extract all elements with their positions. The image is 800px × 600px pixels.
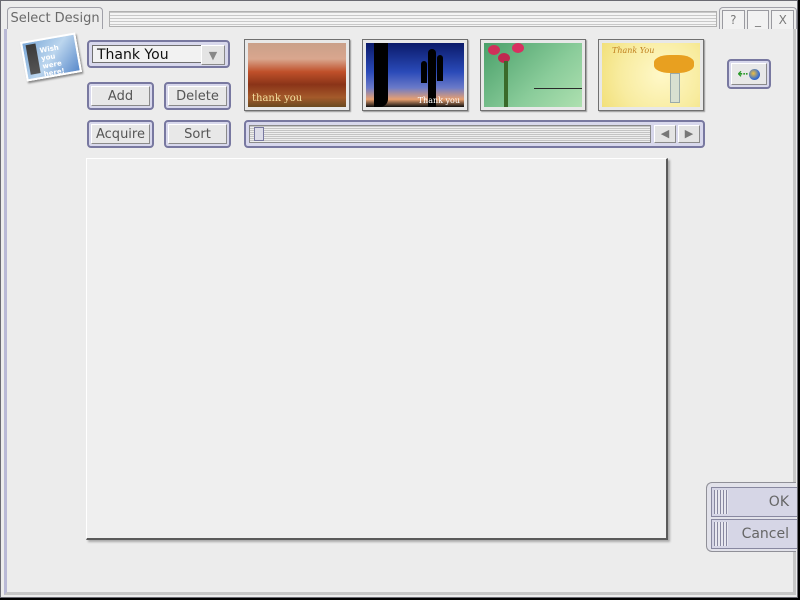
dialog-action-panel: OK Cancel — [706, 482, 797, 552]
scroll-right-button[interactable]: ▶ — [678, 125, 700, 143]
acquire-button[interactable]: Acquire — [87, 120, 154, 148]
delete-button-label: Delete — [168, 86, 227, 106]
sort-button-label: Sort — [168, 124, 227, 144]
category-value[interactable]: Thank You — [92, 45, 204, 63]
globe-icon — [749, 68, 761, 80]
acquire-button-label: Acquire — [91, 124, 150, 144]
yellow-tulips-image: Thank You — [602, 43, 700, 107]
scroll-left-button[interactable]: ◀ — [654, 125, 676, 143]
red-landscape-image: thank you — [248, 43, 346, 107]
window-controls: ? _ X — [719, 7, 797, 30]
close-button[interactable]: X — [771, 10, 795, 30]
back-to-web-button[interactable]: ⇠ — [727, 59, 771, 89]
cactus-sunset-image: Thank you — [366, 43, 464, 107]
thumbnail-scrollbar[interactable]: ◀ ▶ — [244, 120, 705, 148]
back-arrow-icon: ⇠ — [737, 66, 749, 82]
pink-tulips-image — [484, 43, 582, 107]
design-thumbnail[interactable] — [480, 39, 586, 111]
add-button-label: Add — [91, 86, 150, 106]
design-thumbnail[interactable]: thank you — [244, 39, 350, 111]
ok-button[interactable]: OK — [711, 487, 797, 517]
triangle-down-icon[interactable]: ▼ — [201, 45, 225, 65]
help-button[interactable]: ? — [722, 10, 745, 30]
cancel-button[interactable]: Cancel — [711, 519, 797, 549]
select-design-window: Select Design ? _ X Wish you were here! … — [0, 0, 798, 598]
scrollbar-thumb[interactable] — [254, 127, 264, 141]
add-button[interactable]: Add — [87, 82, 154, 110]
scrollbar-track[interactable] — [249, 125, 651, 143]
design-preview-area — [86, 158, 668, 540]
window-title: Select Design — [7, 7, 103, 29]
title-bar-drag-area[interactable] — [109, 11, 717, 27]
delete-button[interactable]: Delete — [164, 82, 231, 110]
minimize-button[interactable]: _ — [746, 10, 770, 30]
design-thumbnail[interactable]: Thank you — [362, 39, 468, 111]
sort-button[interactable]: Sort — [164, 120, 231, 148]
design-thumbnail[interactable]: Thank You — [598, 39, 704, 111]
category-dropdown[interactable]: Thank You ▼ — [87, 40, 230, 68]
